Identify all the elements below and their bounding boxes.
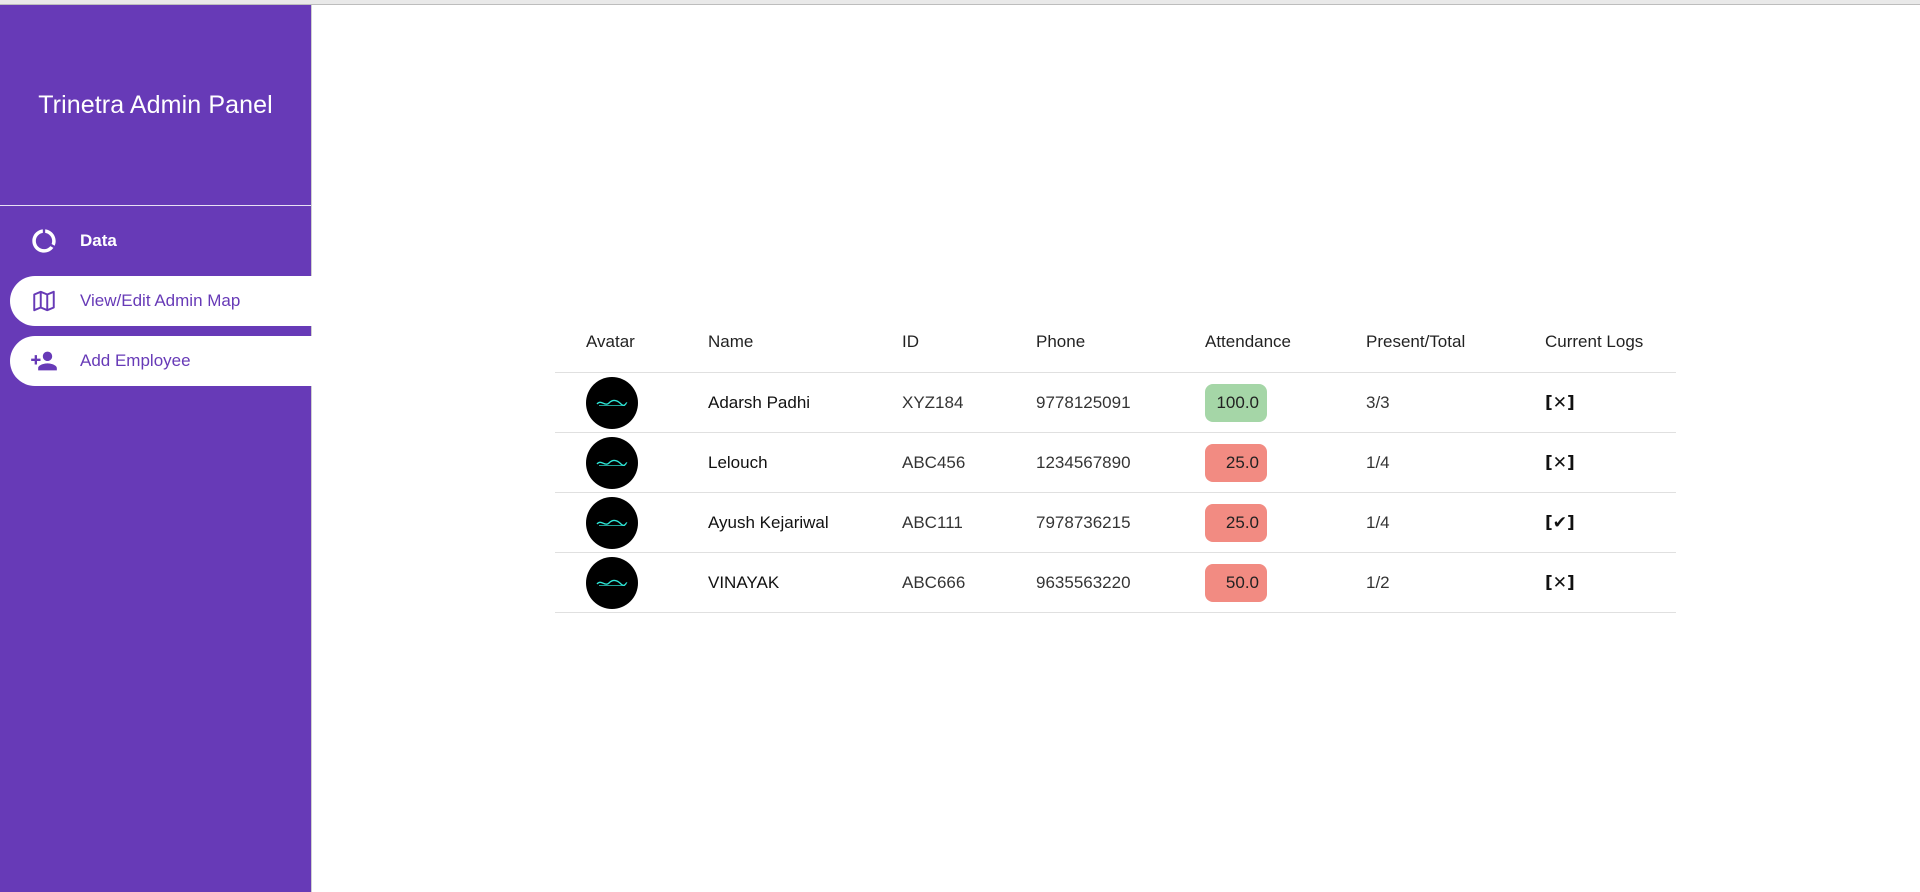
employee-id: XYZ184	[902, 372, 1036, 433]
trinetra-logo-icon	[596, 519, 628, 526]
sidebar-item-label: View/Edit Admin Map	[80, 291, 241, 310]
employee-name: Adarsh Padhi	[708, 372, 902, 433]
sidebar-item-label: Add Employee	[80, 351, 191, 370]
header-current-logs: Current Logs	[1545, 312, 1676, 373]
attendance-badge: 50.0	[1205, 563, 1267, 602]
employee-id: ABC111	[902, 492, 1036, 553]
trinetra-logo-icon	[596, 459, 628, 466]
avatar	[586, 556, 638, 609]
sidebar-item-add-employee[interactable]: Add Employee	[10, 336, 312, 386]
attendance-badge: 100.0	[1205, 383, 1267, 422]
donut-chart-icon	[30, 227, 58, 255]
table-row[interactable]: VINAYAK ABC666 9635563220 50.0 1/2 [✕]	[555, 552, 1676, 613]
header-id: ID	[902, 312, 1036, 373]
present-total: 3/3	[1366, 372, 1545, 433]
current-logs: [✕]	[1545, 432, 1676, 493]
attendance-badge: 25.0	[1205, 443, 1267, 482]
sidebar: Trinetra Admin Panel Data View/Edit Admi…	[0, 5, 312, 892]
person-add-icon	[30, 347, 58, 375]
employee-table: Avatar Name ID Phone Attendance Present/…	[555, 312, 1676, 613]
present-total: 1/2	[1366, 552, 1545, 613]
header-attendance: Attendance	[1205, 312, 1366, 373]
table-row[interactable]: Lelouch ABC456 1234567890 25.0 1/4 [✕]	[555, 432, 1676, 493]
employee-name: Ayush Kejariwal	[708, 492, 902, 553]
employee-name: VINAYAK	[708, 552, 902, 613]
employee-name: Lelouch	[708, 432, 902, 493]
employee-id: ABC456	[902, 432, 1036, 493]
sidebar-item-admin-map[interactable]: View/Edit Admin Map	[10, 276, 312, 326]
trinetra-logo-icon	[596, 399, 628, 406]
sidebar-item-data[interactable]: Data	[0, 216, 311, 266]
header-phone: Phone	[1036, 312, 1205, 373]
avatar	[586, 436, 638, 489]
map-icon	[30, 287, 58, 315]
employee-table-container: Avatar Name ID Phone Attendance Present/…	[555, 312, 1676, 613]
table-header-row: Avatar Name ID Phone Attendance Present/…	[555, 312, 1676, 373]
sidebar-nav: Data View/Edit Admin Map Add Employee	[0, 206, 312, 386]
avatar	[586, 496, 638, 549]
present-total: 1/4	[1366, 432, 1545, 493]
present-total: 1/4	[1366, 492, 1545, 553]
employee-phone: 9635563220	[1036, 552, 1205, 613]
employee-phone: 7978736215	[1036, 492, 1205, 553]
header-avatar: Avatar	[555, 312, 708, 373]
sidebar-header: Trinetra Admin Panel	[0, 5, 311, 206]
current-logs: [✕]	[1545, 372, 1676, 433]
sidebar-item-label: Data	[80, 231, 117, 250]
employee-phone: 1234567890	[1036, 432, 1205, 493]
employee-phone: 9778125091	[1036, 372, 1205, 433]
avatar	[586, 376, 638, 429]
current-logs: [✕]	[1545, 552, 1676, 613]
current-logs: [✔]	[1545, 492, 1676, 553]
table-row[interactable]: Adarsh Padhi XYZ184 9778125091 100.0 3/3…	[555, 372, 1676, 433]
table-row[interactable]: Ayush Kejariwal ABC111 7978736215 25.0 1…	[555, 492, 1676, 553]
trinetra-logo-icon	[596, 579, 628, 586]
attendance-badge: 25.0	[1205, 503, 1267, 542]
app-title: Trinetra Admin Panel	[38, 90, 273, 119]
header-present-total: Present/Total	[1366, 312, 1545, 373]
employee-id: ABC666	[902, 552, 1036, 613]
header-name: Name	[708, 312, 902, 373]
